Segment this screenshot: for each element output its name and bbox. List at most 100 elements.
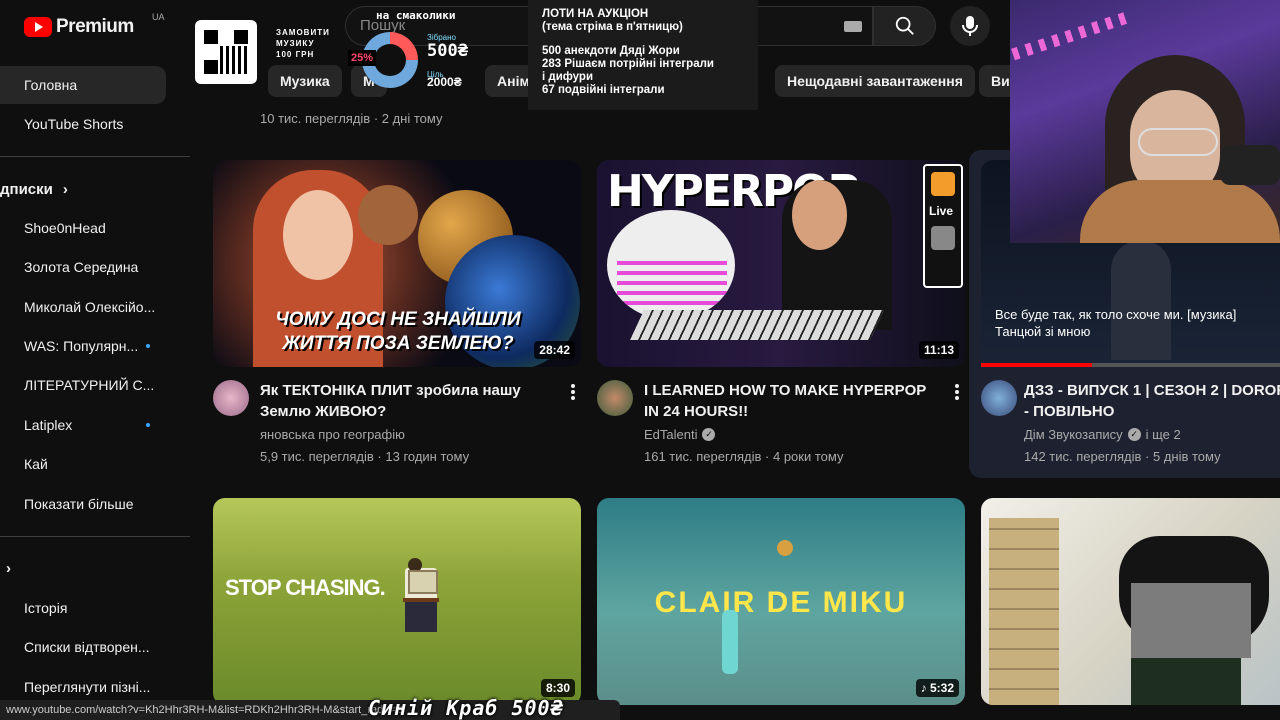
channel-avatar[interactable] [981,380,1017,416]
auction-subtitle: (тема стріма в п'ятницю) [542,21,683,33]
video-title[interactable]: I LEARNED HOW TO MAKE HYPERPOP IN 24 HOU… [644,380,934,422]
channel-name[interactable]: яновська про географію [260,427,405,442]
sidebar-item-subscription[interactable]: WAS: Популярн... [0,327,166,365]
auction-panel: ЛОТИ НА АУКЦІОН (тема стріма в п'ятницю)… [528,0,758,110]
sidebar-item-label: Показати більше [24,496,134,512]
thumbnail-person [1111,240,1171,360]
thumbnail-text: CLAIR DE MIKU [654,586,908,619]
video-captions: Все буде так, як толо схоче ми. [музика]… [995,307,1237,339]
glasses [1138,128,1218,156]
sidebar-item-history[interactable]: Історія [0,589,166,627]
channel-name-label: яновська про географію [260,427,405,442]
video-stats: 142 тис. переглядів · 5 днів тому [1024,449,1221,464]
logo-text: Premium [56,16,134,37]
new-content-dot [146,344,150,348]
video-stats: 5,9 тис. переглядів · 13 годин тому [260,449,470,464]
character-face [1131,583,1251,658]
chip-music[interactable]: Музика [268,65,342,97]
streamer-sweater [1080,180,1280,243]
led-lights [1011,11,1129,61]
moon-icon [777,540,793,556]
thumbnail-face [792,180,847,250]
video-thumbnail[interactable]: CLAIR DE MIKU ♪ 5:32 [597,498,965,705]
sidebar: Premium UA Головна YouTube Shorts дписки… [0,0,190,720]
sidebar-item-subscription[interactable]: Кай [0,445,166,483]
sidebar-item-label: Списки відтворен... [24,639,150,655]
channel-name[interactable]: EdTalenti ✓ [644,427,716,442]
channel-name-label: EdTalenti [644,427,698,442]
status-url: www.youtube.com/watch?v=Kh2Hhr3RH-M&list… [6,704,405,716]
video-thumbnail[interactable]: ЧОМУ ДОСІ НЕ ЗНАЙШЛИ ЖИТТЯ ПОЗА ЗЕМЛЕЮ? … [213,160,581,367]
preview-progress-fill [981,363,1092,367]
video-stats: 161 тис. переглядів · 4 роки тому [644,449,844,464]
logic-icon [931,226,955,250]
sidebar-item-label: ЛІТЕРАТУРНИЙ С... [24,377,155,393]
keyboard-icon[interactable] [844,21,862,32]
more-options-icon[interactable] [571,384,575,400]
computer-icon [408,570,438,594]
qr-caption-line: ЗАМОВИТИ [276,28,330,37]
voice-search-button[interactable] [950,6,990,46]
search-button[interactable] [873,6,936,46]
character-body [1131,658,1241,705]
chip-label: Ви [991,73,1010,89]
sidebar-item-home[interactable]: Головна [0,66,166,104]
streamer-webcam [1010,0,1280,243]
sidebar-item-label: Кай [24,456,48,472]
previous-row-stats: 10 тис. переглядів · 2 дні тому [260,111,443,126]
country-code: UA [152,12,165,22]
thumbnail-face [283,190,353,280]
channel-avatar[interactable] [597,380,633,416]
qr-caption: ЗАМОВИТИ МУЗИКУ 100 ГРН [276,27,330,60]
sidebar-divider [0,536,190,537]
sidebar-item-label: Історія [24,600,68,616]
channel-name[interactable]: Дім Звукозапису ✓ і ще 2 [1024,427,1181,442]
microphone-icon [962,16,978,36]
channel-extra: і ще 2 [1145,427,1181,442]
duration-label: 5:32 [929,681,954,695]
subscriptions-heading[interactable]: дписки › [0,181,68,198]
youtube-premium-logo[interactable]: Premium UA [24,12,165,38]
donation-ticker: Синій Краб 500₴ [368,696,564,720]
chip-label: Музика [280,73,330,89]
channel-avatar[interactable] [213,380,249,416]
video-title[interactable]: Як ТЕКТОНІКА ПЛИТ зробила нашу Землю ЖИВ… [260,380,550,422]
sidebar-item-subscription[interactable]: ЛІТЕРАТУРНИЙ С... [0,366,166,404]
chip-recently-uploaded[interactable]: Нещодавні завантаження [775,65,975,97]
thumbnail-text: STOP CHASING. [225,575,386,600]
music-note-icon: ♪ [920,681,930,695]
youtube-play-icon [24,17,52,37]
chip-label: Нещодавні завантаження [787,73,963,89]
chevron-right-icon: › [62,181,68,198]
qr-caption-line: 100 ГРН [276,50,315,59]
search-icon [895,16,914,35]
sidebar-item-label: YouTube Shorts [24,116,124,132]
sidebar-item-subscription[interactable]: Latiplex [0,406,166,444]
sidebar-item-playlists[interactable]: Списки відтворен... [0,628,166,666]
sidebar-item-label: WAS: Популярн... [24,338,139,354]
video-title[interactable]: ДЗЗ - ВИПУСК 1 | СЕЗОН 2 | DOROF - ПОВІЛ… [1024,380,1280,422]
microphone-icon [1220,145,1280,185]
piano-roll-image [607,210,735,320]
sidebar-item-subscription[interactable]: Shoe0nHead [0,209,166,247]
video-thumbnail[interactable]: HYPERPOP Live 11:13 [597,160,965,367]
sidebar-item-label: Миколай Олексійо... [24,299,156,315]
show-more-button[interactable]: Показати більше [0,485,166,523]
subscriptions-heading-label: дписки [0,181,53,198]
qr-caption-line: МУЗИКУ [276,39,315,48]
fundraiser-title: на смаколики [376,9,456,22]
sidebar-item-label: Переглянути пізні... [24,679,151,695]
video-thumbnail[interactable] [981,498,1280,705]
more-options-icon[interactable] [955,384,959,400]
sidebar-item-label: Золота Середина [24,259,139,275]
thumbnail-text: ЧОМУ ДОСІ НЕ ЗНАЙШЛИ ЖИТТЯ ПОЗА ЗЕМЛЕЮ? [275,309,521,354]
you-section-heading[interactable]: › [6,560,11,577]
sidebar-item-subscription[interactable]: Золота Середина [0,248,166,286]
desk [403,598,439,602]
chevron-right-icon: › [6,560,11,577]
sidebar-item-shorts[interactable]: YouTube Shorts [0,105,166,143]
shelf-image [989,518,1059,705]
sidebar-item-label: Shoe0nHead [24,220,106,236]
sidebar-item-subscription[interactable]: Миколай Олексійо... [0,288,166,326]
video-thumbnail[interactable]: STOP CHASING. 8:30 [213,498,581,705]
